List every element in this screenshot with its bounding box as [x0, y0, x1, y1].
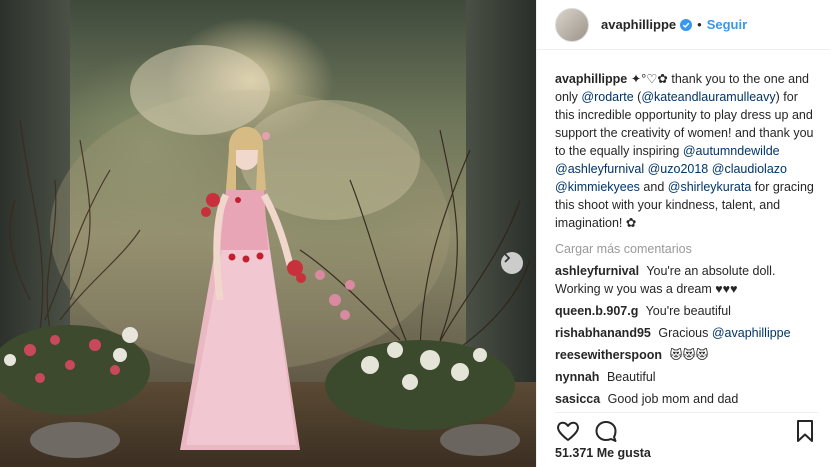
header-username[interactable]: avaphillippe — [601, 17, 676, 32]
header-separator: • — [697, 17, 702, 32]
comment-bubble-icon[interactable] — [593, 418, 619, 444]
comment-mention[interactable]: @avaphillippe — [712, 326, 791, 340]
caption-mention[interactable]: @ashleyfurnival — [555, 162, 644, 176]
comment-item: sasicca Good job mom and dad — [555, 390, 818, 408]
post-actions-bar — [555, 412, 818, 442]
instagram-post: avaphillippe • Seguir avaphillippe ✦°♡✿ … — [0, 0, 830, 467]
post-header: avaphillippe • Seguir — [537, 0, 830, 50]
caption-emoji: ✿ — [625, 216, 637, 230]
comment-username[interactable]: ashleyfurnival — [555, 264, 639, 278]
comment-text: You're beautiful — [645, 304, 731, 318]
comment-item: ashleyfurnival You're an absolute doll. … — [555, 262, 818, 298]
comment-text: Gracious — [658, 326, 712, 340]
comment-text: Good job mom and dad — [607, 392, 739, 406]
chevron-right-icon — [504, 253, 511, 263]
verified-badge-icon — [680, 18, 693, 31]
comment-username[interactable]: rishabhanand95 — [555, 326, 651, 340]
comment-item: reesewitherspoon 😻😻😻 — [555, 346, 818, 364]
likes-count[interactable]: 51.371 Me gusta — [555, 446, 651, 460]
caption-mention[interactable]: @autumndewilde — [683, 144, 780, 158]
post-side-panel: avaphillippe • Seguir avaphillippe ✦°♡✿ … — [536, 0, 830, 467]
caption-mention[interactable]: @claudiolazo — [712, 162, 787, 176]
comment-item: nynnah Beautiful — [555, 368, 818, 386]
caption-mention[interactable]: @kimmiekyees — [555, 180, 640, 194]
heart-icon[interactable] — [555, 418, 581, 444]
comment-item: rishabhanand95 Gracious @avaphillippe — [555, 324, 818, 342]
avatar[interactable] — [555, 7, 589, 42]
next-photo-button[interactable] — [501, 252, 523, 274]
comment-text: 😻😻😻 — [669, 348, 709, 362]
comment-username[interactable]: nynnah — [555, 370, 599, 384]
load-more-comments-link[interactable]: Cargar más comentarios — [555, 242, 818, 256]
comment-item: queen.b.907.g You're beautiful — [555, 302, 818, 320]
caption-mention[interactable]: @uzo2018 — [648, 162, 709, 176]
comment-username[interactable]: sasicca — [555, 392, 600, 406]
post-caption: avaphillippe ✦°♡✿ thank you to the one a… — [555, 70, 818, 232]
photo-scene — [0, 45, 531, 458]
caption-mention[interactable]: @rodarte — [581, 90, 633, 104]
comment-username[interactable]: queen.b.907.g — [555, 304, 638, 318]
caption-emoji: ✦°♡✿ — [630, 72, 668, 86]
caption-username[interactable]: avaphillippe — [555, 72, 627, 86]
caption-text: and — [639, 180, 668, 194]
comments-area[interactable]: avaphillippe ✦°♡✿ thank you to the one a… — [555, 70, 818, 410]
post-photo[interactable] — [0, 0, 536, 467]
bookmark-icon[interactable] — [792, 418, 818, 444]
follow-button[interactable]: Seguir — [707, 17, 747, 32]
comment-username[interactable]: reesewitherspoon — [555, 348, 662, 362]
caption-mention[interactable]: @kateandlauramulleavy — [641, 90, 775, 104]
caption-mention[interactable]: @shirleykurata — [668, 180, 752, 194]
comment-text: Beautiful — [606, 370, 656, 384]
